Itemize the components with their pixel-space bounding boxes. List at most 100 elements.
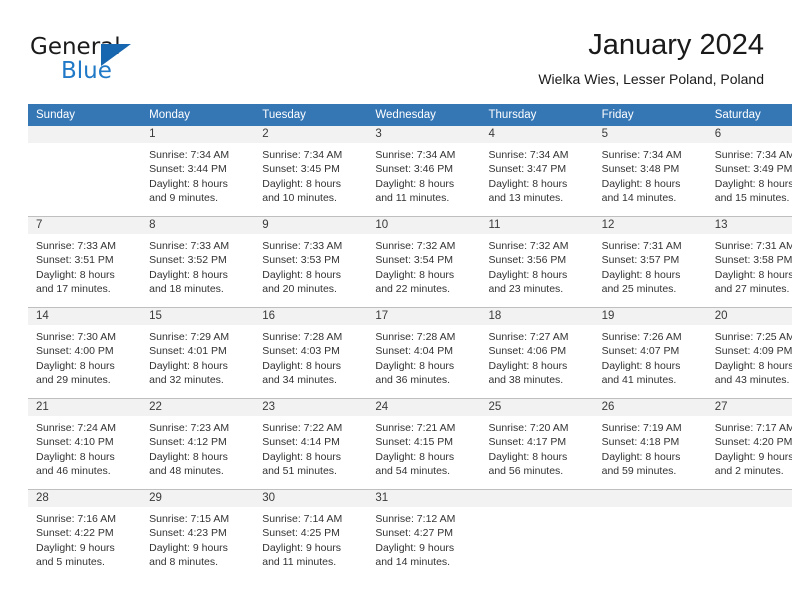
calendar-day-cell[interactable]: 10 Sunrise: 7:32 AM Sunset: 3:54 PM Dayligh… — [367, 216, 481, 308]
calendar-day-cell[interactable]: 3 Sunrise: 7:34 AM Sunset: 3:46 PM Daylight… — [367, 126, 481, 217]
day-details: Sunrise: 7:15 AM Sunset: 4:23 PM Daylight:… — [141, 507, 254, 570]
daylight-text-line1: Daylight: 8 hours — [601, 450, 681, 463]
calendar-day-cell[interactable]: 27 Sunrise: 7:17 AM Sunset: 4:20 PM Dayligh… — [706, 398, 792, 490]
day-number: 11 — [480, 217, 594, 234]
daylight-text-line1: Daylight: 8 hours — [262, 268, 342, 281]
daylight-text-line2: and 27 minutes. — [714, 283, 790, 296]
weekday-header-tuesday: Tuesday — [254, 104, 368, 126]
calendar-day-cell[interactable]: 4 Sunrise: 7:34 AM Sunset: 3:47 PM Daylight… — [480, 126, 594, 217]
calendar-day-cell[interactable]: 20 Sunrise: 7:25 AM Sunset: 4:09 PM Dayligh… — [706, 307, 792, 399]
day-cell-inner: 15 Sunrise: 7:29 AM Sunset: 4:01 PM Dayligh… — [141, 308, 255, 398]
calendar-day-cell[interactable]: 25 Sunrise: 7:20 AM Sunset: 4:17 PM Dayligh… — [480, 398, 594, 490]
day-number: 17 — [367, 308, 481, 325]
daylight-text-line1: Daylight: 8 hours — [262, 450, 342, 463]
day-number: 22 — [141, 399, 255, 416]
sunrise-text: Sunrise: 7:16 AM — [36, 513, 116, 525]
calendar-day-cell[interactable]: 8 Sunrise: 7:33 AM Sunset: 3:52 PM Daylight… — [141, 216, 255, 308]
calendar-day-cell[interactable]: 30 Sunrise: 7:14 AM Sunset: 4:25 PM Dayligh… — [254, 489, 368, 580]
calendar-day-cell[interactable]: 11 Sunrise: 7:32 AM Sunset: 3:56 PM Dayligh… — [480, 216, 594, 308]
day-details — [28, 143, 141, 148]
daylight-text-line2: and 14 minutes. — [601, 192, 677, 205]
sunrise-text: Sunrise: 7:31 AM — [714, 240, 792, 252]
calendar-day-cell[interactable]: 31 Sunrise: 7:12 AM Sunset: 4:27 PM Dayligh… — [367, 489, 481, 580]
sunset-text: Sunset: 4:04 PM — [375, 345, 454, 358]
calendar-day-cell[interactable]: 16 Sunrise: 7:28 AM Sunset: 4:03 PM Dayligh… — [254, 307, 368, 399]
sunrise-text: Sunrise: 7:28 AM — [262, 331, 343, 343]
day-details: Sunrise: 7:29 AM Sunset: 4:01 PM Daylight:… — [141, 325, 254, 388]
calendar-day-cell[interactable]: 26 Sunrise: 7:19 AM Sunset: 4:18 PM Dayligh… — [593, 398, 707, 490]
daylight-text-line2: and 48 minutes. — [149, 465, 224, 478]
day-cell-inner: 14 Sunrise: 7:30 AM Sunset: 4:00 PM Dayligh… — [28, 308, 142, 398]
day-number: 1 — [141, 126, 255, 143]
calendar-day-cell[interactable]: 2 Sunrise: 7:34 AM Sunset: 3:45 PM Daylight… — [254, 126, 368, 217]
daylight-text-line2: and 56 minutes. — [488, 465, 564, 478]
daylight-text-line2: and 9 minutes. — [149, 192, 219, 205]
day-number: 9 — [254, 217, 368, 234]
daylight-text-line2: and 17 minutes. — [36, 283, 111, 296]
sunrise-text: Sunrise: 7:22 AM — [262, 422, 343, 434]
day-cell-inner: 19 Sunrise: 7:26 AM Sunset: 4:07 PM Dayligh… — [593, 308, 707, 398]
calendar-day-cell[interactable]: 28 Sunrise: 7:16 AM Sunset: 4:22 PM Dayligh… — [28, 489, 142, 580]
weekday-header-monday: Monday — [141, 104, 255, 126]
day-cell-inner: 3 Sunrise: 7:34 AM Sunset: 3:46 PM Daylight… — [367, 126, 481, 216]
sunrise-text: Sunrise: 7:12 AM — [375, 513, 456, 525]
calendar-day-cell[interactable]: 21 Sunrise: 7:24 AM Sunset: 4:10 PM Dayligh… — [28, 398, 142, 490]
day-details: Sunrise: 7:22 AM Sunset: 4:14 PM Daylight:… — [254, 416, 367, 479]
sunrise-text: Sunrise: 7:21 AM — [375, 422, 456, 434]
sunrise-text: Sunrise: 7:34 AM — [375, 149, 456, 161]
calendar-day-cell[interactable]: 6 Sunrise: 7:34 AM Sunset: 3:49 PM Daylight… — [706, 126, 792, 217]
calendar-day-cell[interactable]: 12 Sunrise: 7:31 AM Sunset: 3:57 PM Dayligh… — [593, 216, 707, 308]
day-details: Sunrise: 7:16 AM Sunset: 4:22 PM Daylight:… — [28, 507, 141, 570]
sunrise-text: Sunrise: 7:33 AM — [36, 240, 116, 252]
sunrise-text: Sunrise: 7:34 AM — [262, 149, 343, 161]
daylight-text-line2: and 54 minutes. — [375, 465, 451, 478]
calendar-day-cell[interactable]: 7 Sunrise: 7:33 AM Sunset: 3:51 PM Daylight… — [28, 216, 142, 308]
sunrise-text: Sunrise: 7:25 AM — [714, 331, 792, 343]
calendar-day-cell[interactable]: 23 Sunrise: 7:22 AM Sunset: 4:14 PM Dayligh… — [254, 398, 368, 490]
calendar-day-cell[interactable]: 14 Sunrise: 7:30 AM Sunset: 4:00 PM Dayligh… — [28, 307, 142, 399]
daylight-text-line2: and 5 minutes. — [36, 556, 105, 569]
daylight-text-line2: and 23 minutes. — [488, 283, 564, 296]
daylight-text-line1: Daylight: 8 hours — [714, 177, 792, 190]
calendar-day-cell[interactable]: 17 Sunrise: 7:28 AM Sunset: 4:04 PM Dayligh… — [367, 307, 481, 399]
calendar-day-cell[interactable]: 24 Sunrise: 7:21 AM Sunset: 4:15 PM Dayligh… — [367, 398, 481, 490]
calendar-day-cell[interactable]: 22 Sunrise: 7:23 AM Sunset: 4:12 PM Dayligh… — [141, 398, 255, 490]
sunset-text: Sunset: 4:12 PM — [149, 436, 227, 449]
daylight-text-line1: Daylight: 8 hours — [262, 359, 342, 372]
day-details: Sunrise: 7:34 AM Sunset: 3:45 PM Daylight:… — [254, 143, 367, 206]
daylight-text-line1: Daylight: 8 hours — [36, 268, 115, 281]
sunset-text: Sunset: 3:58 PM — [714, 254, 792, 267]
calendar-day-cell[interactable]: 9 Sunrise: 7:33 AM Sunset: 3:53 PM Daylight… — [254, 216, 368, 308]
sunset-text: Sunset: 4:14 PM — [262, 436, 340, 449]
day-number: 28 — [28, 490, 142, 507]
day-number: 5 — [593, 126, 707, 143]
daylight-text-line2: and 20 minutes. — [262, 283, 337, 296]
day-cell-inner: 29 Sunrise: 7:15 AM Sunset: 4:23 PM Dayligh… — [141, 490, 255, 580]
day-details: Sunrise: 7:32 AM Sunset: 3:56 PM Daylight:… — [481, 234, 594, 297]
sunset-text: Sunset: 3:45 PM — [262, 163, 340, 176]
calendar-day-cell[interactable]: 19 Sunrise: 7:26 AM Sunset: 4:07 PM Dayligh… — [593, 307, 707, 399]
daylight-text-line1: Daylight: 9 hours — [149, 541, 228, 554]
day-details: Sunrise: 7:19 AM Sunset: 4:18 PM Daylight:… — [594, 416, 707, 479]
calendar-body: 1 Sunrise: 7:34 AM Sunset: 3:44 PM Daylight… — [28, 126, 792, 580]
calendar-page: General Blue January 2024 Wielka Wies, L… — [0, 0, 792, 612]
calendar-day-cell[interactable]: 5 Sunrise: 7:34 AM Sunset: 3:48 PM Daylight… — [593, 126, 707, 217]
calendar-day-cell[interactable]: 29 Sunrise: 7:15 AM Sunset: 4:23 PM Dayligh… — [141, 489, 255, 580]
day-number — [593, 490, 707, 507]
sunrise-text: Sunrise: 7:19 AM — [601, 422, 682, 434]
daylight-text-line2: and 11 minutes. — [375, 192, 450, 205]
calendar-day-cell[interactable]: 13 Sunrise: 7:31 AM Sunset: 3:58 PM Dayligh… — [706, 216, 792, 308]
calendar-day-cell[interactable]: 1 Sunrise: 7:34 AM Sunset: 3:44 PM Daylight… — [141, 126, 255, 217]
sunrise-text: Sunrise: 7:29 AM — [149, 331, 230, 343]
daylight-text-line1: Daylight: 8 hours — [488, 359, 568, 372]
day-details: Sunrise: 7:33 AM Sunset: 3:51 PM Daylight:… — [28, 234, 141, 297]
calendar-day-cell — [28, 126, 142, 217]
day-details: Sunrise: 7:34 AM Sunset: 3:44 PM Daylight:… — [141, 143, 254, 206]
calendar-day-cell[interactable]: 15 Sunrise: 7:29 AM Sunset: 4:01 PM Dayligh… — [141, 307, 255, 399]
day-cell-inner — [706, 490, 792, 580]
calendar-day-cell[interactable]: 18 Sunrise: 7:27 AM Sunset: 4:06 PM Dayligh… — [480, 307, 594, 399]
day-number: 27 — [706, 399, 792, 416]
day-cell-inner: 10 Sunrise: 7:32 AM Sunset: 3:54 PM Dayligh… — [367, 217, 481, 307]
sunset-text: Sunset: 3:52 PM — [149, 254, 227, 267]
day-cell-inner: 17 Sunrise: 7:28 AM Sunset: 4:04 PM Dayligh… — [367, 308, 481, 398]
